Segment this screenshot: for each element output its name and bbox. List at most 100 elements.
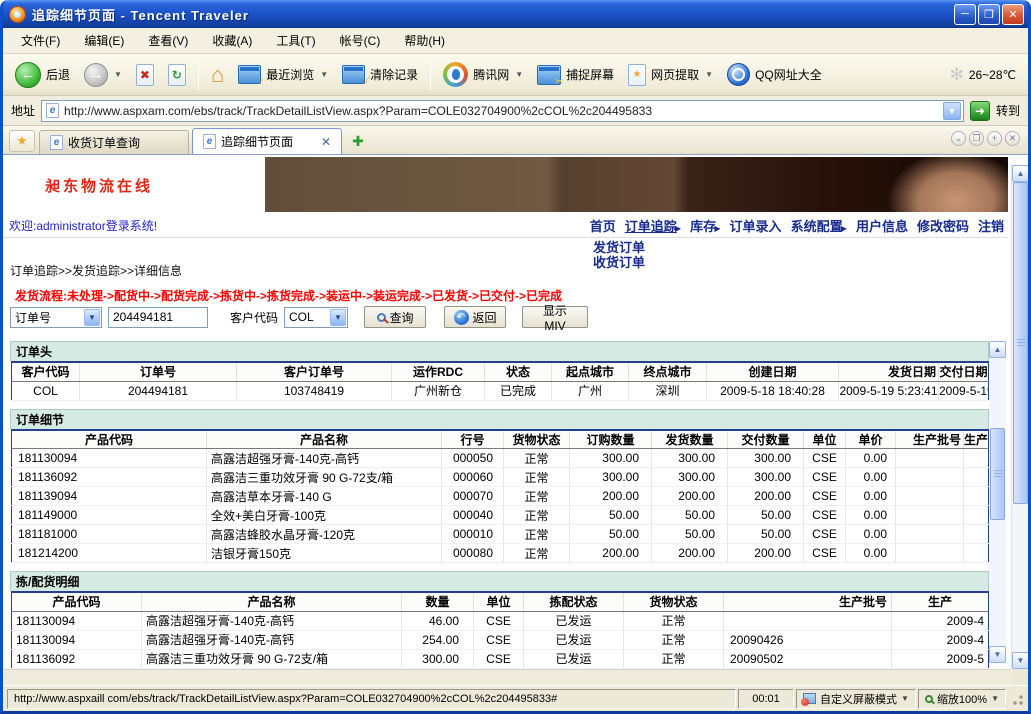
maximize-button[interactable]: ❐ (978, 4, 1000, 25)
site-banner: 昶东物流在线 (7, 157, 1008, 212)
table-row[interactable]: 181136092高露洁三重功效牙膏 90 G-72支/箱000060正常300… (12, 468, 989, 487)
scrollbar-thumb[interactable] (1013, 182, 1028, 504)
inner-scrollbar[interactable]: ▲ ▼ (989, 341, 1006, 663)
return-button[interactable]: ↶ 返回 (444, 306, 506, 328)
status-time: 00:01 (738, 689, 794, 709)
tabs-window-button[interactable]: ❐ (969, 131, 984, 146)
tab-close-icon[interactable]: ✕ (321, 135, 331, 149)
order-field-select[interactable]: 订单号 ▼ (10, 307, 102, 328)
go-label[interactable]: 转到 (996, 102, 1020, 119)
tab-receive-order-query[interactable]: e 收货订单查询 (39, 130, 189, 154)
order-no-input[interactable] (108, 307, 208, 328)
menu-item[interactable]: 帐号(C) (330, 28, 395, 53)
block-mode-button[interactable]: 自定义屏蔽模式 ▼ (796, 689, 916, 709)
qq-nav-button[interactable]: QQ网址大全 (721, 61, 828, 88)
stop-button[interactable]: ✖ (130, 62, 160, 88)
screen-capture-icon: ✂ (537, 65, 561, 85)
refresh-button[interactable]: ↻ (162, 62, 192, 88)
column-header: 产品名称 (207, 430, 442, 449)
nav-item[interactable]: 库存 ▶ (690, 216, 720, 235)
nav-item[interactable]: 系统配置 ▶ (791, 216, 847, 235)
subnav-item[interactable]: 发货订单 (593, 240, 645, 255)
status-bar: http://www.aspxaill com/ebs/track/TrackD… (3, 685, 1028, 711)
column-header: 货物状态 (624, 592, 724, 611)
table-row[interactable]: 181149000全效+美白牙膏-100克000040正常50.0050.005… (12, 506, 989, 525)
scroll-up-icon[interactable]: ▲ (989, 341, 1006, 358)
tencent-site-button[interactable]: 腾讯网 ▼ (437, 60, 529, 89)
go-button[interactable]: ➜ (970, 101, 990, 121)
recent-browse-button[interactable]: ◔ 最近浏览 ▼ (232, 63, 334, 86)
scroll-down-icon[interactable]: ▼ (989, 646, 1006, 663)
section-order-header: 订单头 (10, 341, 989, 361)
forward-button[interactable]: → ▼ (78, 61, 128, 89)
nav-item[interactable]: 用户信息 ▶ (856, 216, 908, 235)
history-clock-icon: ◔ (238, 65, 261, 84)
favorites-star-button[interactable]: ★ (9, 130, 35, 152)
column-header: 客户订单号 (237, 362, 392, 381)
menu-item[interactable]: 文件(F) (11, 28, 74, 53)
table-row[interactable]: 181130094高露洁超强牙膏-140克-高钙254.00CSE已发运正常20… (12, 630, 989, 649)
extract-dropdown-icon: ▼ (705, 70, 713, 79)
column-header: 发货日期 (839, 362, 939, 381)
zoom-button[interactable]: 缩放100% ▼ (918, 689, 1006, 709)
table-row[interactable]: 181181000高露洁蜂胶水晶牙膏-120克000010正常50.0050.0… (12, 525, 989, 544)
nav-item[interactable]: 订单追踪 ▶ (625, 216, 681, 235)
column-header: 生产批号 (724, 592, 892, 611)
table-row[interactable]: 181214200洁银牙膏150克000080正常200.00200.00200… (12, 544, 989, 563)
menu-item[interactable]: 编辑(E) (74, 28, 138, 53)
nav-item[interactable]: 首页 ▶ (590, 216, 616, 235)
resize-grip[interactable] (1010, 692, 1024, 706)
column-header: 交付数量 (728, 430, 804, 449)
page-scrollbar[interactable]: ▲ ▼ (1011, 165, 1028, 669)
menu-item[interactable]: 查看(V) (138, 28, 202, 53)
horizontal-scrollbar[interactable] (3, 669, 1011, 685)
stop-icon: ✖ (136, 64, 154, 86)
clear-history-button[interactable]: ⁄ 清除记录 (336, 63, 424, 86)
web-extract-button[interactable]: ★ 网页提取 ▼ (622, 62, 719, 88)
column-header: 行号 (442, 430, 504, 449)
show-miv-button[interactable]: 显示 MIV (522, 306, 588, 328)
menu-item[interactable]: 工具(T) (266, 28, 329, 53)
nav-item[interactable]: 注销 ▶ (978, 216, 1004, 235)
column-header: 创建日期 (707, 362, 839, 381)
address-url[interactable]: http://www.aspxam.com/ebs/track/TrackDet… (64, 104, 938, 118)
new-tab-button[interactable]: ✚ (347, 131, 369, 151)
subnav-item[interactable]: 收货订单 (593, 255, 645, 270)
close-button[interactable]: ✕ (1002, 4, 1024, 25)
tab-track-detail[interactable]: e 追踪细节页面 ✕ (192, 128, 342, 154)
query-button[interactable]: 查询 (364, 306, 426, 328)
page-content: 昶东物流在线 欢迎:administrator登录系统! 首页 ▶ 订单追踪 ▶… (3, 155, 1028, 685)
table-row[interactable]: 181139094高露洁草本牙膏-140 G000070正常200.00200.… (12, 487, 989, 506)
address-field[interactable]: e http://www.aspxam.com/ebs/track/TrackD… (41, 100, 964, 122)
minimize-button[interactable]: ─ (954, 4, 976, 25)
customer-code-select[interactable]: COL ▼ (284, 307, 348, 328)
table-row[interactable]: 181136092高露洁三重功效牙膏 90 G-72支/箱300.00CSE已发… (12, 649, 989, 668)
nav-item[interactable]: 订单录入 ▶ (730, 216, 782, 235)
scroll-down-icon[interactable]: ▼ (1012, 652, 1028, 669)
nav-item[interactable]: 修改密码 ▶ (917, 216, 969, 235)
capture-screen-button[interactable]: ✂ 捕捉屏幕 (531, 63, 620, 87)
magnifier-icon (377, 313, 386, 322)
menu-item[interactable]: 帮助(H) (394, 28, 459, 53)
table-row[interactable]: 181130094高露洁超强牙膏-140克-高钙46.00CSE已发运正常200… (12, 611, 989, 630)
menu-item[interactable]: 收藏(A) (202, 28, 266, 53)
customer-code-label: 客户代码 (230, 309, 278, 326)
tabs-pin-button[interactable]: + (987, 131, 1002, 146)
scrollbar-thumb[interactable] (990, 428, 1005, 520)
home-button[interactable]: ⌂ (205, 62, 230, 88)
capture-screen-label: 捕捉屏幕 (566, 66, 614, 83)
address-dropdown-button[interactable]: ▼ (943, 102, 961, 120)
tabs-close-button[interactable]: ✕ (1005, 131, 1020, 146)
magnifier-ball-icon (727, 63, 750, 86)
weather-indicator[interactable]: ✻ 26~28℃ (944, 63, 1022, 87)
scroll-up-icon[interactable]: ▲ (1012, 165, 1028, 182)
broom-icon: ⁄ (342, 65, 365, 84)
table-row[interactable]: 181130094高露洁超强牙膏-140克-高钙000050正常300.0030… (12, 449, 989, 468)
order-details-table: 产品代码产品名称行号货物状态订购数量发货数量交付数量单位单价生产批号生产 181… (11, 429, 989, 564)
weather-icon: ✻ (950, 65, 964, 85)
status-url: http://www.aspxaill com/ebs/track/TrackD… (7, 689, 736, 709)
ie-page-icon: e (46, 103, 59, 118)
back-button[interactable]: ← 后退 (9, 60, 76, 90)
table-row[interactable]: COL204494181103748419广州新仓已完成广州深圳2009-5-1… (12, 381, 989, 400)
tabs-dropdown-button[interactable]: ⌄ (951, 131, 966, 146)
